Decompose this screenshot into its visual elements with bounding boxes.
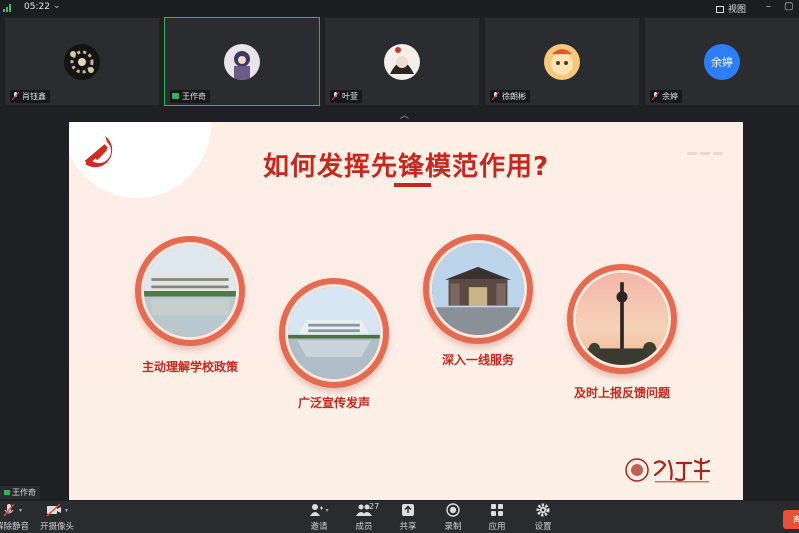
participant-name: 叶萱	[330, 90, 362, 103]
participant-tile[interactable]: 徐朗彬	[485, 18, 639, 105]
photo-circle-gate	[423, 234, 533, 344]
screen-share-indicator-icon	[4, 490, 10, 495]
grid-view-icon	[716, 6, 724, 13]
invite-button[interactable]: ▾ 邀请	[305, 501, 333, 532]
photo-circle-tower	[567, 264, 677, 374]
item-label: 及时上报反馈问题	[573, 386, 670, 400]
participant-tile[interactable]: 王作奇	[164, 17, 320, 106]
start-video-button[interactable]: ▾ 开摄像头	[38, 501, 76, 532]
participants-button[interactable]: 27 成员	[350, 501, 380, 532]
participant-name: 肖钰鑫	[10, 90, 50, 103]
record-icon	[440, 501, 466, 519]
apps-button[interactable]: 应用	[484, 501, 510, 532]
avatar	[544, 44, 580, 80]
item-label: 广泛宣传发声	[297, 396, 370, 410]
avatar: 余婷	[704, 44, 740, 80]
participant-tile[interactable]: 余婷 余婷	[645, 18, 799, 105]
avatar	[64, 44, 100, 80]
meeting-timer: 05:22	[24, 2, 50, 12]
item-label: 深入一线服务	[441, 353, 514, 367]
participants-count: 27	[369, 502, 380, 511]
unmute-button[interactable]: ▾ 解除静音	[0, 501, 30, 532]
title-bar: 05:22 ⌄ 视图 – ▢	[0, 0, 799, 16]
signal-icon	[3, 4, 11, 12]
slide-title: 如何发挥先锋模范作用?	[262, 152, 550, 182]
avatar	[384, 44, 420, 80]
record-button[interactable]: 录制	[440, 501, 466, 532]
university-logo	[625, 457, 711, 483]
invite-icon: ▾	[305, 501, 333, 519]
participant-name: 余婷	[650, 90, 682, 103]
screen-share-indicator-icon	[172, 93, 179, 99]
meeting-toolbar: ▾ 解除静音 ▾ 开摄像头 ▾ 邀请 27 成员 共享 录制 应用 设置	[0, 501, 799, 533]
item-label: 主动理解学校政策	[141, 360, 238, 374]
self-name-tag: 王作奇	[0, 486, 40, 499]
settings-icon	[530, 501, 556, 519]
mic-muted-icon	[11, 91, 20, 101]
title-underline	[394, 183, 431, 187]
mic-muted-icon	[331, 91, 340, 101]
camera-off-icon: ▾	[38, 501, 76, 519]
maximize-icon[interactable]: ▢	[784, 1, 793, 12]
photo-circle-modern-building	[279, 278, 389, 388]
participant-tile[interactable]: 肖钰鑫	[5, 18, 159, 105]
shared-slide: 如何发挥先锋模范作用? 主动理解学校政策 广泛宣传发声 深入一线服务 及时上报反…	[69, 122, 743, 500]
mic-muted-icon	[491, 91, 500, 101]
mic-muted-icon: ▾	[0, 501, 30, 519]
photo-circle-campus-building	[135, 236, 245, 346]
leave-meeting-button[interactable]: 离	[783, 510, 799, 529]
apps-icon	[484, 501, 510, 519]
participant-strip: 肖钰鑫 王作奇 叶萱 徐朗彬 余婷 余婷	[0, 17, 799, 106]
mic-muted-icon	[651, 91, 660, 101]
share-screen-icon	[395, 501, 421, 519]
chevron-down-icon[interactable]: ⌄	[53, 1, 61, 11]
participant-name: 王作奇	[170, 90, 210, 103]
participant-tile[interactable]: 叶萱	[325, 18, 479, 105]
minimize-icon[interactable]: –	[766, 1, 771, 12]
avatar	[224, 44, 260, 80]
participant-name: 徐朗彬	[490, 90, 530, 103]
share-screen-button[interactable]: 共享	[395, 501, 421, 532]
collapse-strip-icon[interactable]: ︿	[400, 108, 409, 121]
view-button[interactable]: 视图	[716, 2, 746, 15]
settings-button[interactable]: 设置	[530, 501, 556, 532]
